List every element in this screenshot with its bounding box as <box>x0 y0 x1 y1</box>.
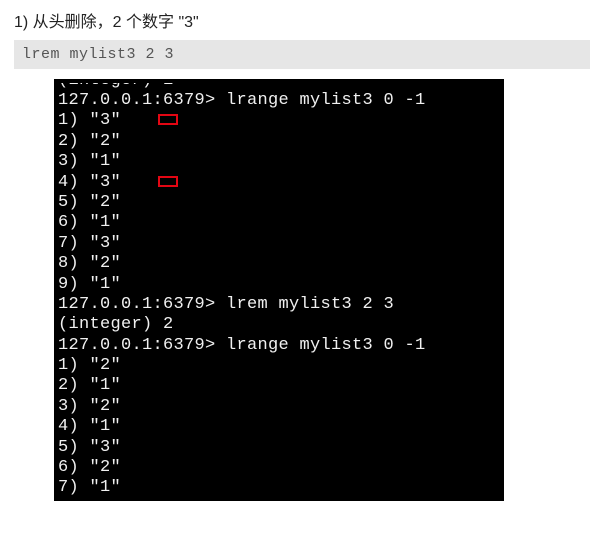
terminal-line: 4) "3" <box>58 173 500 193</box>
terminal-line: 7) "3" <box>58 234 500 254</box>
terminal-line: 5) "3" <box>58 438 500 458</box>
terminal-line: 1) "3" <box>58 111 500 131</box>
terminal-line: 3) "2" <box>58 397 500 417</box>
terminal-output: (integer) 1127.0.0.1:6379> lrange mylist… <box>54 79 504 501</box>
terminal-line: 1) "2" <box>58 356 500 376</box>
terminal-container: (integer) 1127.0.0.1:6379> lrange mylist… <box>14 79 590 501</box>
terminal-line-cropped: (integer) 1 <box>58 83 500 91</box>
terminal-line: 9) "1" <box>58 275 500 295</box>
terminal-line: 6) "1" <box>58 213 500 233</box>
terminal-line: 3) "1" <box>58 152 500 172</box>
terminal-line: 6) "2" <box>58 458 500 478</box>
terminal-line: 7) "1" <box>58 478 500 498</box>
highlight-box <box>158 114 178 125</box>
section-heading: 1) 从头删除，2 个数字 "3" <box>14 8 590 32</box>
terminal-line: 2) "2" <box>58 132 500 152</box>
terminal-line: (integer) 2 <box>58 315 500 335</box>
terminal-line: 127.0.0.1:6379> lrange mylist3 0 -1 <box>58 336 500 356</box>
terminal-line: 8) "2" <box>58 254 500 274</box>
terminal-line: 127.0.0.1:6379> lrange mylist3 0 -1 <box>58 91 500 111</box>
terminal-line: 5) "2" <box>58 193 500 213</box>
terminal-line: 2) "1" <box>58 376 500 396</box>
code-snippet: lrem mylist3 2 3 <box>14 40 590 69</box>
terminal-line: 4) "1" <box>58 417 500 437</box>
highlight-box <box>158 176 178 187</box>
terminal-line: 127.0.0.1:6379> lrem mylist3 2 3 <box>58 295 500 315</box>
